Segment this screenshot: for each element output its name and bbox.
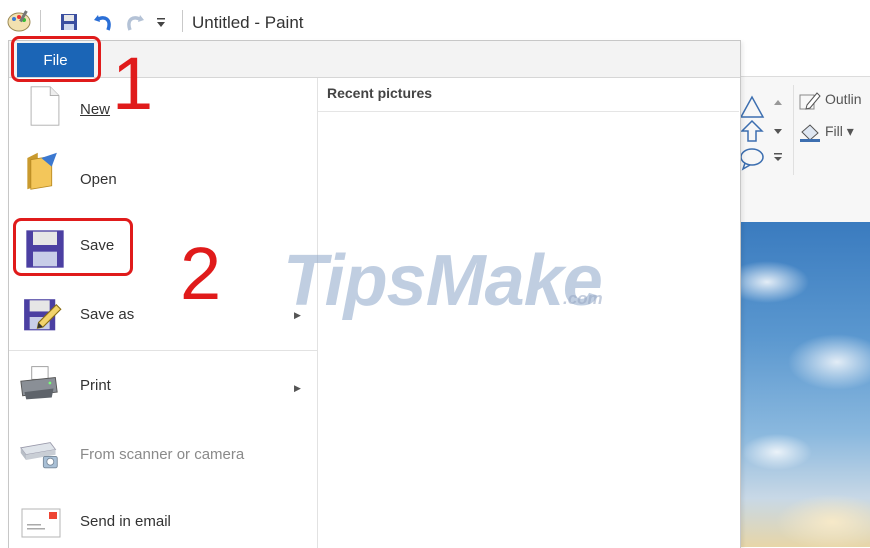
recent-pictures-heading: Recent pictures — [327, 85, 433, 101]
save-as-icon — [24, 299, 62, 331]
annotation-step-2: 2 — [180, 232, 222, 315]
menu-item-save-as[interactable]: Save as ▶ — [9, 281, 317, 341]
save-icon[interactable] — [60, 13, 78, 31]
annotation-step-1: 1 — [112, 42, 154, 125]
ribbon-divider — [793, 85, 794, 175]
undo-icon[interactable] — [92, 11, 114, 33]
annotation-box-file — [11, 36, 101, 82]
menu-item-scanner[interactable]: From scanner or camera — [9, 421, 317, 481]
scanner-icon — [19, 442, 58, 469]
ribbon-shapes-group: Outlin Fill ▾ s — [733, 76, 870, 223]
submenu-arrow-icon: ▶ — [294, 383, 301, 393]
menu-label-print: Print — [80, 377, 111, 394]
menu-separator — [9, 350, 317, 351]
menu-item-new[interactable]: New — [9, 78, 317, 138]
fill-bucket-icon[interactable] — [799, 123, 821, 143]
menu-item-print[interactable]: Print ▶ — [9, 353, 317, 413]
menu-label-new: New — [80, 101, 111, 118]
fill-label[interactable]: Fill ▾ — [825, 123, 854, 140]
menu-label-save-as: Save as — [80, 306, 135, 323]
toolbar-separator — [40, 10, 41, 32]
shapes-gallery[interactable] — [737, 87, 791, 183]
window-title: Untitled - Paint — [192, 13, 304, 32]
annotation-box-save — [13, 218, 133, 276]
menu-label-scanner: From scanner or camera — [80, 446, 245, 463]
paint-app-icon[interactable] — [6, 8, 32, 34]
toolbar-separator — [182, 10, 183, 32]
outline-label[interactable]: Outlin — [825, 91, 862, 107]
canvas-image[interactable] — [737, 222, 870, 547]
watermark-suffix: .com — [563, 289, 603, 308]
redo-icon[interactable] — [124, 11, 146, 33]
email-icon — [21, 508, 61, 538]
menu-label-open: Open — [80, 171, 117, 188]
new-file-icon — [30, 86, 60, 126]
customize-toolbar-icon[interactable] — [155, 15, 167, 29]
open-folder-icon — [27, 152, 57, 190]
recent-pictures-list — [318, 112, 739, 548]
watermark: TipsMake — [283, 241, 603, 321]
menu-item-send-email[interactable]: Send in email — [9, 487, 317, 547]
outline-icon[interactable] — [799, 91, 821, 111]
menu-label-send-email: Send in email — [80, 513, 171, 530]
menu-item-open[interactable]: Open — [9, 147, 317, 207]
printer-icon — [20, 366, 58, 400]
